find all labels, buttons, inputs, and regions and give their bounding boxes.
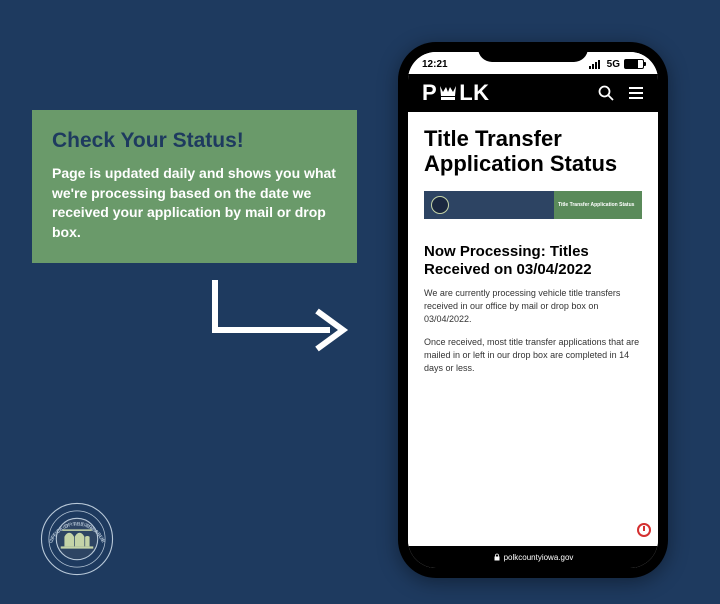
crown-icon [438, 84, 458, 102]
info-card: Check Your Status! Page is updated daily… [32, 110, 357, 263]
battery-icon [624, 59, 644, 69]
search-icon[interactable] [598, 85, 614, 101]
menu-icon[interactable] [628, 85, 644, 101]
info-card-body: Page is updated daily and shows you what… [52, 164, 337, 242]
section-body-1: We are currently processing vehicle titl… [424, 287, 642, 326]
alert-badge[interactable] [634, 520, 654, 540]
phone-screen: 12:21 5G P LK Title Transfer Application… [408, 52, 658, 568]
lock-icon [493, 553, 501, 561]
phone-mockup: 12:21 5G P LK Title Transfer Application… [398, 42, 668, 578]
section-title: Now Processing: Titles Received on 03/04… [424, 243, 642, 279]
status-time: 12:21 [422, 59, 448, 70]
page-content: Title Transfer Application Status Title … [408, 112, 658, 546]
url-text: polkcountyiowa.gov [504, 553, 574, 562]
section-body-2: Once received, most title transfer appli… [424, 336, 642, 375]
phone-notch [478, 42, 588, 62]
arrow-icon [205, 275, 355, 375]
banner-seal [424, 191, 456, 219]
header-icons [598, 85, 644, 101]
url-bar[interactable]: polkcountyiowa.gov [408, 546, 658, 568]
status-network: 5G [607, 59, 620, 70]
banner-label: Title Transfer Application Status [554, 191, 642, 219]
app-header: P LK [408, 74, 658, 112]
alert-icon [637, 523, 651, 537]
info-card-title: Check Your Status! [52, 128, 337, 154]
logo-pre: P [422, 80, 437, 106]
status-right: 5G [589, 59, 644, 70]
county-seal-icon: OFFICE OF THE TREASURER OFFICE OF THE TR… [40, 502, 114, 576]
page-title: Title Transfer Application Status [424, 126, 642, 177]
banner-strip: Title Transfer Application Status [424, 191, 642, 219]
signal-icon [589, 59, 603, 69]
logo-post: LK [459, 80, 489, 106]
polk-logo[interactable]: P LK [422, 80, 490, 106]
